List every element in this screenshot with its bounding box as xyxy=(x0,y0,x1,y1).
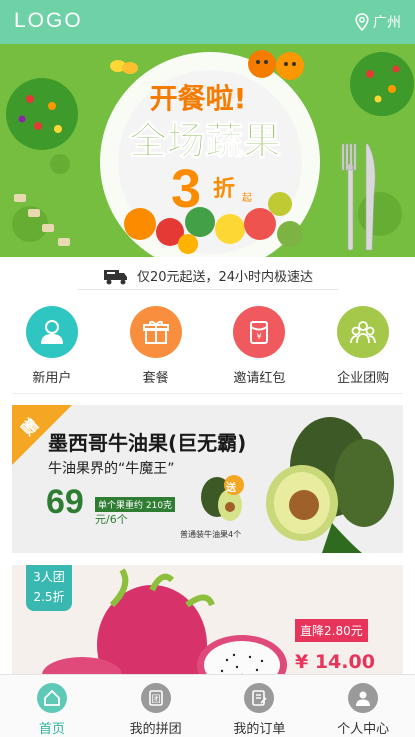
product-title: 墨西哥牛油果(巨无霸) xyxy=(48,431,247,455)
menu-item-label: 企业团购 xyxy=(337,371,390,386)
order-icon xyxy=(244,683,275,713)
svg-text:团: 团 xyxy=(151,694,160,705)
gift-note: 普通装牛油果4个 xyxy=(180,530,242,539)
gift-icon xyxy=(129,306,182,358)
tab-my-orders[interactable]: 我的订单 xyxy=(208,675,312,737)
banner-headline-main: 全场蔬果 xyxy=(128,119,281,163)
product-price: ¥ 14.00 xyxy=(295,651,375,673)
product-weight: 单个果重约 210克 xyxy=(95,497,176,512)
bottom-tab-bar: 首页 团 我的拼团 我的订单 个人中心 xyxy=(0,674,415,737)
banner-headline-small: 开餐啦! xyxy=(150,82,247,115)
tab-home[interactable]: 首页 xyxy=(0,675,104,737)
tree-right-icon xyxy=(350,52,414,116)
tree-left-icon xyxy=(6,78,78,150)
product-subtitle: 牛油果界的“牛魔王” xyxy=(48,461,175,477)
tab-label: 个人中心 xyxy=(337,722,390,737)
section-divider xyxy=(12,393,403,394)
tab-label: 首页 xyxy=(38,722,65,737)
menu-item-package[interactable]: 套餐 xyxy=(111,306,201,386)
home-icon xyxy=(36,683,67,713)
app-header: LOGO 广州 xyxy=(0,0,415,44)
menu-item-label: 新用户 xyxy=(32,371,72,386)
menu-item-invite-red-packet[interactable]: ¥ 邀请红包 xyxy=(214,306,304,386)
svg-text:¥: ¥ xyxy=(257,332,262,341)
delivery-notice: 仅20元起送，24小时内极速达 xyxy=(78,262,338,290)
menu-item-corporate-group[interactable]: 企业团购 xyxy=(318,306,408,386)
product-card-dragon-fruit[interactable]: 3人团 2.5折 直降2.80元 ¥ 14.00 xyxy=(12,565,403,680)
delivery-notice-text: 仅20元起送，24小时内极速达 xyxy=(136,270,314,285)
banner-discount-text: 折 xyxy=(213,177,235,202)
group-tag-size: 3人团 xyxy=(33,570,65,584)
red-packet-icon: ¥ xyxy=(233,306,286,358)
promo-banner[interactable]: 开餐啦! 全场蔬果 3 折 起 xyxy=(0,44,415,257)
menu-item-new-user[interactable]: 新用户 xyxy=(7,306,97,386)
banner-discount-number: 3 xyxy=(171,159,201,219)
group-tag-discount: 2.5折 xyxy=(33,590,65,604)
tab-label: 我的拼团 xyxy=(129,722,182,737)
menu-item-label: 邀请红包 xyxy=(233,371,286,386)
quick-menu: 新用户 套餐 ¥ 邀请红包 企业团购 xyxy=(0,306,415,386)
discount-label: 直降2.80元 xyxy=(295,619,368,642)
location-pin-icon xyxy=(355,13,369,31)
gift-tag: 送 xyxy=(226,483,236,494)
product-unit: 元/6个 xyxy=(95,513,128,526)
product-price: 69 xyxy=(46,483,84,521)
product-card-avocado[interactable]: 赠 墨西哥牛油果(巨无霸) 牛油果界的“牛魔王” 69 单个果重约 210克 元… xyxy=(12,405,403,553)
tab-label: 我的订单 xyxy=(233,722,286,737)
group-icon xyxy=(337,306,390,358)
menu-item-label: 套餐 xyxy=(142,371,169,386)
delivery-truck-icon xyxy=(103,269,127,284)
group-tag: 3人团 2.5折 xyxy=(26,565,72,611)
tab-profile[interactable]: 个人中心 xyxy=(311,675,415,737)
location-selector[interactable]: 广州 xyxy=(355,12,401,32)
logo[interactable]: LOGO xyxy=(14,9,83,33)
group-buy-icon: 团 xyxy=(140,683,171,713)
city-label: 广州 xyxy=(373,15,401,31)
tab-my-group-buy[interactable]: 团 我的拼团 xyxy=(104,675,208,737)
banner-discount-suffix: 起 xyxy=(242,192,252,204)
profile-icon xyxy=(348,683,379,713)
user-icon xyxy=(25,306,78,358)
